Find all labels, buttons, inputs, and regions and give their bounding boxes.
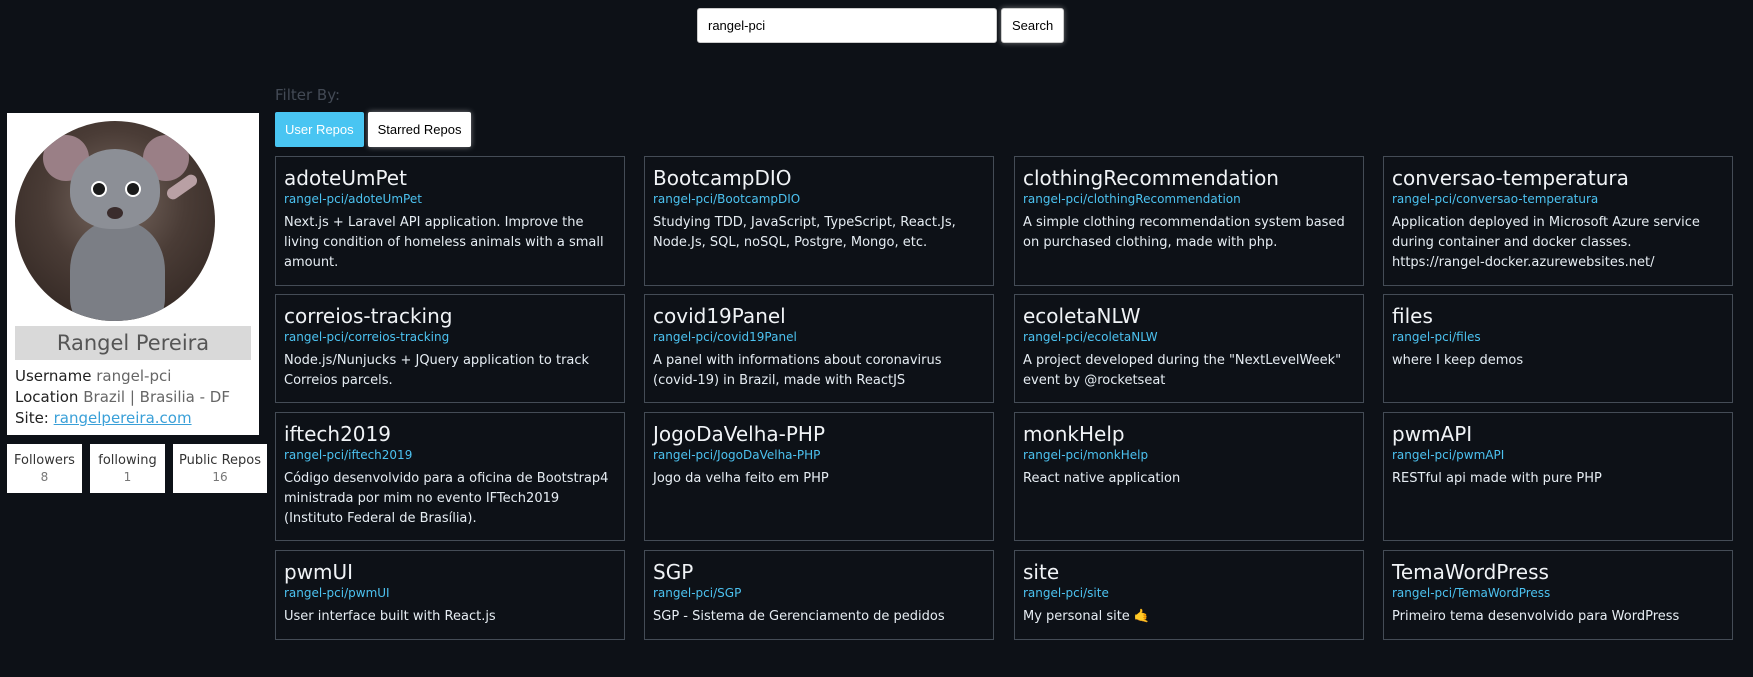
repo-title: files [1392, 304, 1433, 328]
repo-path-link[interactable]: rangel-pci/SGP [653, 585, 985, 601]
username-value: rangel-pci [96, 367, 172, 385]
avatar [15, 121, 215, 321]
repo-description: Jogo da velha feito em PHP [653, 471, 829, 486]
repo-path-link[interactable]: rangel-pci/conversao-temperatura [1392, 191, 1724, 207]
repo-card[interactable]: SGP rangel-pci/SGP SGP - Sistema de Gerenc… [644, 550, 994, 640]
search-button[interactable]: Search [1001, 8, 1065, 43]
location-value: Brazil | Brasilia - DF [83, 388, 230, 406]
repo-description: Application deployed in Microsoft Azure … [1392, 215, 1700, 270]
repo-card[interactable]: adoteUmPet rangel-pci/adoteUmPet Next.js +… [275, 156, 625, 286]
repo-path-link[interactable]: rangel-pci/correios-tracking [284, 329, 616, 345]
repo-path-link[interactable]: rangel-pci/files [1392, 329, 1724, 345]
repo-card[interactable]: site rangel-pci/site My personal site 🤙 [1014, 550, 1364, 640]
repo-title: adoteUmPet [284, 166, 407, 190]
profile-site: Site: rangelpereira.com [15, 408, 251, 429]
repo-card[interactable]: JogoDaVelha-PHP rangel-pci/JogoDaVelha-PH… [644, 412, 994, 541]
repo-title: ecoletaNLW [1023, 304, 1141, 328]
repo-title: correios-tracking [284, 304, 453, 328]
stat-followers: Followers 8 [7, 444, 82, 493]
profile-location: Location Brazil | Brasilia - DF [15, 387, 251, 408]
repo-title: JogoDaVelha-PHP [653, 422, 826, 446]
repo-title: iftech2019 [284, 422, 391, 446]
search-input[interactable] [697, 8, 997, 43]
stat-following: following 1 [90, 444, 165, 493]
stat-label: following [98, 453, 157, 468]
repo-title: TemaWordPress [1392, 560, 1549, 584]
repo-description: React native application [1023, 471, 1181, 486]
repo-card[interactable]: iftech2019 rangel-pci/iftech2019 Código de… [275, 412, 625, 541]
repo-description: User interface built with React.js [284, 609, 496, 624]
repo-description: A simple clothing recommendation system … [1023, 215, 1345, 250]
repo-path-link[interactable]: rangel-pci/adoteUmPet [284, 191, 616, 207]
repo-description: My personal site 🤙 [1023, 609, 1151, 624]
repo-title: monkHelp [1023, 422, 1125, 446]
stat-value: 8 [40, 470, 49, 484]
repo-title: pwmUI [284, 560, 354, 584]
stat-label: Public Repos [178, 453, 262, 468]
repo-path-link[interactable]: rangel-pci/BootcampDIO [653, 191, 985, 207]
repo-title: site [1023, 560, 1060, 584]
stat-label: Followers [14, 453, 75, 468]
repo-path-link[interactable]: rangel-pci/JogoDaVelha-PHP [653, 447, 985, 463]
repo-title: pwmAPI [1392, 422, 1473, 446]
search-bar: Search [697, 8, 1065, 43]
repo-path-link[interactable]: rangel-pci/pwmAPI [1392, 447, 1724, 463]
site-label: Site: [15, 409, 49, 427]
repo-path-link[interactable]: rangel-pci/site [1023, 585, 1355, 601]
repo-path-link[interactable]: rangel-pci/ecoletaNLW [1023, 329, 1355, 345]
repo-description: Node.js/Nunjucks + JQuery application to… [284, 353, 590, 388]
repo-title: conversao-temperatura [1392, 166, 1629, 190]
repo-path-link[interactable]: rangel-pci/covid19Panel [653, 329, 985, 345]
repo-card[interactable]: files rangel-pci/files where I keep demos [1383, 294, 1733, 403]
repo-description: Primeiro tema desenvolvido para WordPres… [1392, 609, 1680, 624]
repo-title: covid19Panel [653, 304, 786, 328]
repo-title: clothingRecommendation [1023, 166, 1279, 190]
profile-username: Username rangel-pci [15, 366, 251, 387]
repo-card[interactable]: monkHelp rangel-pci/monkHelp React native … [1014, 412, 1364, 541]
repo-title: SGP [653, 560, 694, 584]
repo-card[interactable]: correios-tracking rangel-pci/correios-tra… [275, 294, 625, 403]
repo-card[interactable]: pwmAPI rangel-pci/pwmAPI RESTful api made … [1383, 412, 1733, 541]
user-repos-button[interactable]: User Repos [275, 112, 364, 147]
stat-public-repos: Public Repos 16 [173, 444, 267, 493]
repo-path-link[interactable]: rangel-pci/TemaWordPress [1392, 585, 1724, 601]
repo-description: Next.js + Laravel API application. Impro… [284, 215, 604, 270]
repo-card[interactable]: clothingRecommendation rangel-pci/clothin… [1014, 156, 1364, 286]
profile-name: Rangel Pereira [15, 326, 251, 360]
profile-card: Rangel Pereira Username rangel-pci Locat… [7, 113, 259, 435]
stat-value: 16 [212, 470, 228, 484]
repo-path-link[interactable]: rangel-pci/monkHelp [1023, 447, 1355, 463]
repo-description: Studying TDD, JavaScript, TypeScript, Re… [653, 215, 956, 250]
repo-path-link[interactable]: rangel-pci/iftech2019 [284, 447, 616, 463]
repo-card[interactable]: conversao-temperatura rangel-pci/conversa… [1383, 156, 1733, 286]
repo-path-link[interactable]: rangel-pci/pwmUI [284, 585, 616, 601]
repo-description: SGP - Sistema de Gerenciamento de pedido… [653, 609, 945, 624]
repo-card[interactable]: pwmUI rangel-pci/pwmUI User interface buil… [275, 550, 625, 640]
username-label: Username [15, 367, 92, 385]
location-label: Location [15, 388, 79, 406]
repo-card[interactable]: covid19Panel rangel-pci/covid19Panel A pan… [644, 294, 994, 403]
repo-description: RESTful api made with pure PHP [1392, 471, 1602, 486]
stat-value: 1 [123, 470, 132, 484]
repo-card[interactable]: TemaWordPress rangel-pci/TemaWordPress Pri… [1383, 550, 1733, 640]
repo-description: Código desenvolvido para a oficina de Bo… [284, 471, 609, 526]
profile-stats: Followers 8 following 1 Public Repos 16 [7, 444, 267, 493]
repo-path-link[interactable]: rangel-pci/clothingRecommendation [1023, 191, 1355, 207]
filter-buttons: User Repos Starred Repos [275, 112, 472, 147]
site-link[interactable]: rangelpereira.com [54, 409, 192, 427]
repo-card[interactable]: ecoletaNLW rangel-pci/ecoletaNLW A project… [1014, 294, 1364, 403]
repo-title: BootcampDIO [653, 166, 792, 190]
repo-card[interactable]: BootcampDIO rangel-pci/BootcampDIO Studyin… [644, 156, 994, 286]
filter-label: Filter By: [275, 86, 341, 104]
repo-description: A panel with informations about coronavi… [653, 353, 942, 388]
repo-description: where I keep demos [1392, 353, 1524, 368]
starred-repos-button[interactable]: Starred Repos [367, 112, 472, 147]
repo-description: A project developed during the "NextLeve… [1023, 353, 1342, 388]
